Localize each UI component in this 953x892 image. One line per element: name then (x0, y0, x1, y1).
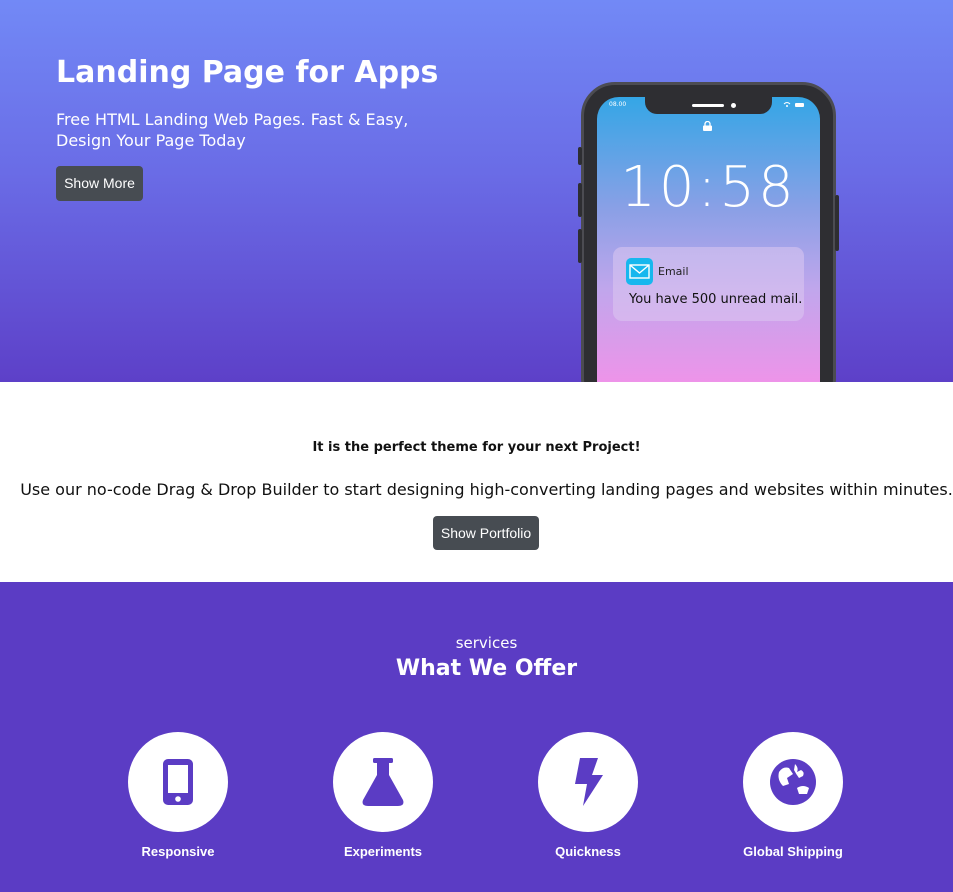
hero-subtitle: Free HTML Landing Web Pages. Fast & Easy… (56, 110, 409, 150)
phone-mockup: 08.00 10:58 Email You have 500 unread ma… (578, 82, 839, 382)
intro-tagline: It is the perfect theme for your next Pr… (312, 440, 641, 455)
service-circle (743, 732, 843, 832)
phone-volume-up (578, 183, 582, 217)
mail-icon (626, 258, 653, 285)
service-responsive[interactable]: Responsive (93, 732, 263, 859)
service-circle (128, 732, 228, 832)
service-label: Responsive (141, 844, 215, 859)
service-experiments[interactable]: Experiments (298, 732, 468, 859)
service-circle (333, 732, 433, 832)
phone-screen: 08.00 10:58 Email You have 500 unread ma… (597, 97, 820, 382)
services-section: services What We Offer Responsive Experi… (0, 582, 953, 892)
status-bar-icons (782, 101, 806, 110)
flask-icon (362, 758, 404, 806)
phone-volume-down (578, 229, 582, 263)
services-kicker: services (455, 634, 518, 652)
hero-section: Landing Page for Apps Free HTML Landing … (0, 0, 953, 382)
service-global-shipping[interactable]: Global Shipping (708, 732, 878, 859)
show-more-button[interactable]: Show More (56, 166, 143, 201)
lock-screen-clock: 10:58 (620, 155, 797, 220)
mobile-icon (163, 759, 193, 805)
intro-text: Use our no-code Drag & Drop Builder to s… (20, 480, 953, 499)
service-label: Quickness (555, 844, 621, 859)
notification-message: You have 500 unread mail. (629, 292, 803, 307)
show-portfolio-button[interactable]: Show Portfolio (433, 516, 539, 550)
notification-app-name: Email (658, 265, 689, 278)
globe-icon (770, 759, 816, 805)
front-camera (731, 103, 736, 108)
service-label: Experiments (343, 844, 423, 859)
service-quickness[interactable]: Quickness (503, 732, 673, 859)
service-circle (538, 732, 638, 832)
status-bar-time: 08.00 (609, 101, 627, 108)
speaker-grille (692, 104, 724, 107)
hero-title: Landing Page for Apps (56, 55, 439, 90)
bolt-icon (575, 758, 603, 806)
phone-power-button (835, 195, 839, 251)
intro-section: It is the perfect theme for your next Pr… (0, 382, 953, 582)
services-title: What We Offer (395, 656, 578, 681)
email-notification[interactable]: Email You have 500 unread mail. (613, 247, 804, 321)
phone-mute-switch (578, 147, 582, 165)
phone-notch (645, 97, 772, 114)
lock-icon (703, 121, 712, 131)
wifi-battery-icon (783, 102, 804, 107)
service-label: Global Shipping (743, 844, 843, 859)
